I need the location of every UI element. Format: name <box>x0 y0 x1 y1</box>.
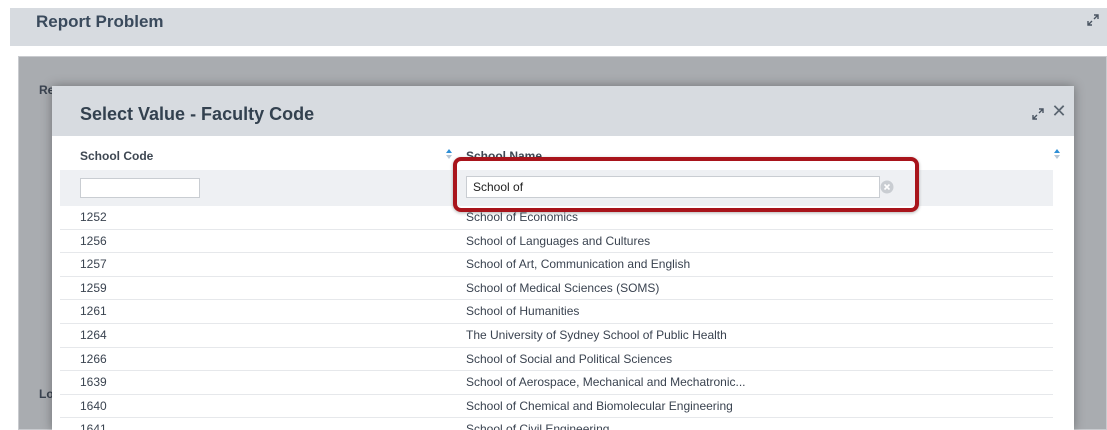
table-row[interactable]: 1261 School of Humanities <box>60 300 1053 324</box>
school-name-cell: School of Humanities <box>466 304 580 319</box>
school-code-cell: 1264 <box>80 327 107 342</box>
column-header-school-name[interactable]: School Name <box>466 149 542 163</box>
report-problem-header: Report Problem <box>10 0 1107 46</box>
school-name-filter-input[interactable] <box>466 176 880 198</box>
school-code-cell: 1640 <box>80 398 107 413</box>
dialog-title: Select Value - Faculty Code <box>80 104 315 124</box>
school-name-cell: School of Art, Communication and English <box>466 257 691 272</box>
school-name-cell: School of Economics <box>466 210 579 224</box>
school-code-cell: 1256 <box>80 233 107 248</box>
table-row[interactable]: 1639 School of Aerospace, Mechanical and … <box>60 371 1053 395</box>
school-code-cell: 1641 <box>80 422 107 430</box>
expand-icon[interactable] <box>1087 14 1099 26</box>
page-title: Report Problem <box>36 12 164 31</box>
school-code-filter-input[interactable] <box>80 178 200 198</box>
school-name-cell: School of Chemical and Biomolecular Engi… <box>466 398 733 413</box>
school-code-cell: 1639 <box>80 375 107 390</box>
clear-icon[interactable] <box>880 180 894 194</box>
table-row[interactable]: 1257 School of Art, Communication and Eng… <box>60 253 1053 277</box>
school-code-cell: 1266 <box>80 351 107 366</box>
table-body: 1252 School of Economics 1256 School of Lan… <box>60 206 1053 430</box>
school-name-cell: School of Civil Engineering <box>466 422 610 430</box>
school-code-cell: 1261 <box>80 304 107 319</box>
school-name-cell: School of Aerospace, Mechanical and Mech… <box>466 375 746 390</box>
table-row[interactable]: 1264 The University of Sydney School of P… <box>60 324 1053 348</box>
school-code-cell: 1259 <box>80 280 107 295</box>
school-code-cell: 1257 <box>80 257 107 272</box>
table-row[interactable]: 1252 School of Economics <box>60 206 1053 230</box>
table-row[interactable]: 1259 School of Medical Sciences (SOMS) <box>60 277 1053 301</box>
column-header-school-code[interactable]: School Code <box>80 149 153 163</box>
table-row[interactable]: 1256 School of Languages and Cultures <box>60 230 1053 254</box>
results-table: School Code School Name 1252 School of Ec… <box>60 136 1072 430</box>
school-name-cell: School of Social and Political Sciences <box>466 351 673 366</box>
school-name-cell: The University of Sydney School of Publi… <box>466 327 727 342</box>
table-header: School Code School Name <box>60 136 1072 206</box>
expand-icon[interactable] <box>1032 108 1044 120</box>
sort-icon[interactable] <box>445 148 453 160</box>
school-code-cell: 1252 <box>80 210 107 224</box>
school-name-cell: School of Medical Sciences (SOMS) <box>466 280 660 295</box>
dialog-header: Select Value - Faculty Code ✕ <box>52 86 1074 136</box>
table-row[interactable]: 1640 School of Chemical and Biomolecular … <box>60 395 1053 419</box>
select-value-dialog: Select Value - Faculty Code ✕ School Cod… <box>52 86 1074 430</box>
school-name-cell: School of Languages and Cultures <box>466 233 651 248</box>
close-icon[interactable]: ✕ <box>1050 100 1068 122</box>
sort-icon[interactable] <box>1053 148 1061 160</box>
table-row[interactable]: 1266 School of Social and Political Scien… <box>60 348 1053 372</box>
table-row[interactable]: 1641 School of Civil Engineering <box>60 418 1053 430</box>
